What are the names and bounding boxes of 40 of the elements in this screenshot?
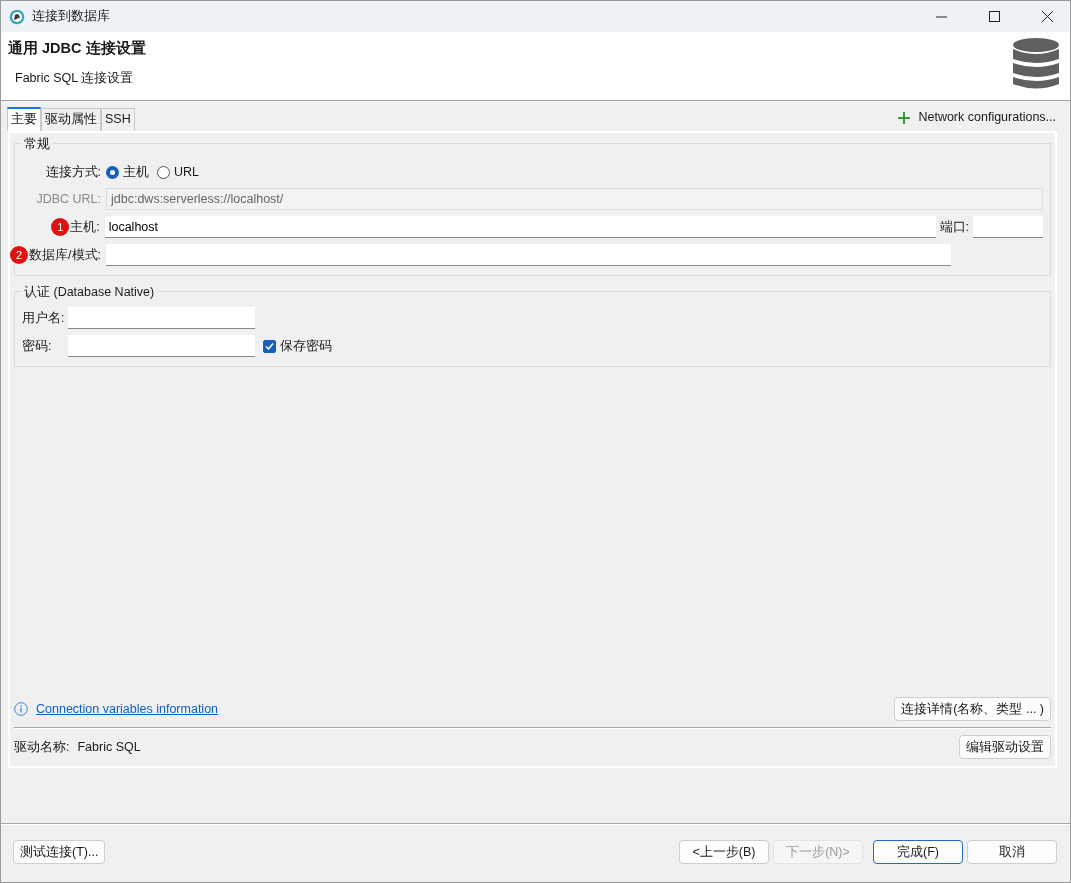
step-number-badge: 1 — [51, 218, 70, 236]
test-connection-button[interactable]: 测试连接(T)... — [13, 839, 105, 864]
dialog-subtitle: Fabric SQL 连接设置 — [15, 69, 135, 87]
field-label: 端口: — [939, 218, 971, 236]
dialog-title: 通用 JDBC 连接设置 — [8, 39, 147, 58]
tab[interactable]: 驱动属性 — [41, 108, 101, 131]
checkbox-label[interactable]: 保存密码 — [280, 336, 332, 356]
connection-variables-link[interactable]: Connection variables information — [36, 699, 219, 719]
group-legend: 认证 (Database Native) — [21, 283, 158, 302]
port-field[interactable] — [973, 216, 1043, 238]
field-label: 驱动名称: — [14, 738, 70, 756]
field-label: 连接方式: — [44, 164, 102, 182]
password-field[interactable] — [68, 335, 255, 357]
radio-label[interactable]: URL — [174, 163, 199, 182]
app-icon — [9, 8, 25, 25]
field-label: JDBC URL: — [35, 190, 102, 208]
field-label: 数据库/模式: — [29, 246, 101, 264]
tab[interactable]: 主要 — [7, 107, 41, 131]
window-title: 连接到数据库 — [32, 8, 110, 26]
username-field[interactable] — [68, 307, 255, 329]
wizard-button[interactable]: 完成(F) — [873, 839, 963, 864]
tab[interactable]: SSH — [101, 108, 135, 131]
field-label: 主机: — [70, 218, 100, 236]
driver-name: Fabric SQL — [77, 738, 141, 756]
connection-details-button[interactable]: 连接详情(名称、类型 ... ) — [894, 697, 1051, 721]
edit-driver-button[interactable]: 编辑驱动设置 — [959, 735, 1051, 759]
host-field[interactable]: localhost — [104, 216, 936, 238]
database-field[interactable] — [106, 244, 951, 266]
checkbox[interactable] — [263, 339, 276, 353]
wizard-button[interactable]: <上一步(B) — [679, 839, 769, 864]
field-label: 密码: — [22, 337, 53, 355]
network-configurations-link[interactable]: Network configurations... — [918, 108, 1056, 127]
radio-button[interactable] — [157, 166, 170, 179]
field-label: 用户名: — [22, 309, 66, 327]
radio-button[interactable] — [106, 166, 119, 179]
info-icon — [14, 702, 28, 716]
step-number-badge: 2 — [10, 246, 29, 264]
wizard-button[interactable]: 取消 — [967, 839, 1057, 864]
plus-icon[interactable] — [898, 111, 911, 124]
radio-label[interactable]: 主机 — [123, 163, 149, 182]
